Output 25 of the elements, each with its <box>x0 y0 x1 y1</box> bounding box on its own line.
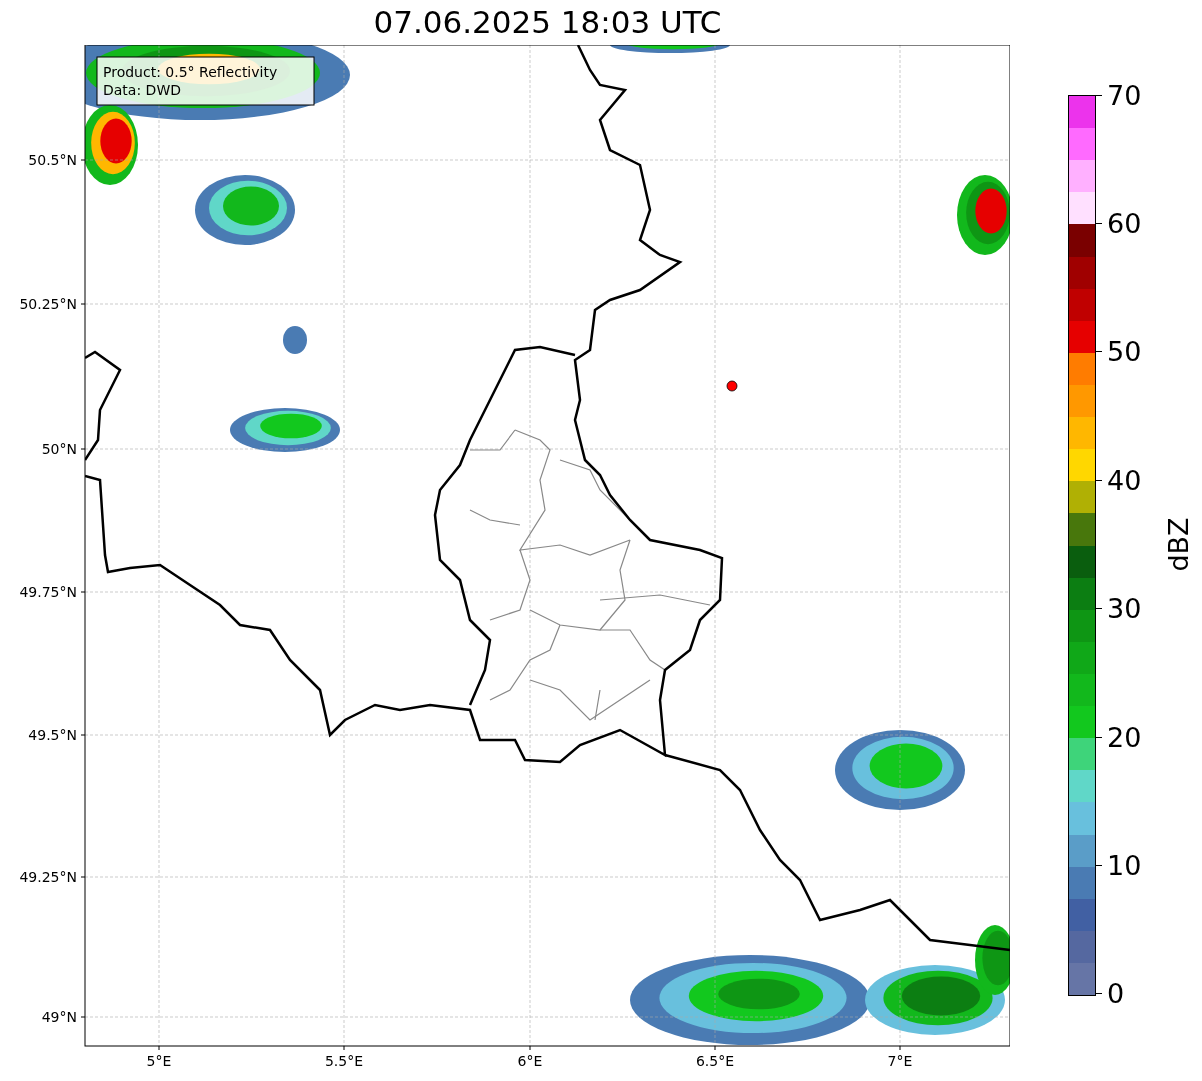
axis-tick-label: 7°E <box>887 1053 913 1069</box>
axis-tick-label: 49.5°N <box>28 727 77 743</box>
axis-tick-label: 50.25°N <box>19 296 77 312</box>
scale-tick-label: 30 <box>1107 595 1142 623</box>
axis-tick-label: 49°N <box>41 1009 77 1025</box>
scale-tick-label: 0 <box>1107 980 1125 1008</box>
axis-tick-label: 49.25°N <box>19 869 77 885</box>
scale-tick-label: 10 <box>1107 852 1142 880</box>
scale-tick-label: 60 <box>1107 209 1142 237</box>
station-marker <box>726 380 738 392</box>
scale-tick-label: 70 <box>1107 81 1142 109</box>
scale-tick-label: 20 <box>1107 723 1142 751</box>
axis-tick-label: 6.5°E <box>695 1053 735 1069</box>
info-text: Product: 0.5° Reflectivity <box>103 64 278 80</box>
axis-tick-label: 5.5°E <box>324 1053 364 1069</box>
axis-tick-label: 49.75°N <box>19 584 77 600</box>
axis-tick-label: 50°N <box>41 441 77 457</box>
chart-title: 07.06.2025 18:03 UTC <box>373 7 722 38</box>
info-text: Data: DWD <box>103 82 181 98</box>
scale-tick-label: 40 <box>1107 466 1142 494</box>
axis-tick-label: 6°E <box>517 1053 543 1069</box>
scale-tick-label: 50 <box>1107 338 1142 366</box>
scale-unit-label: dBZ <box>1162 517 1194 572</box>
axis-tick-label: 50.5°N <box>28 152 77 168</box>
axis-tick-label: 5°E <box>146 1053 172 1069</box>
